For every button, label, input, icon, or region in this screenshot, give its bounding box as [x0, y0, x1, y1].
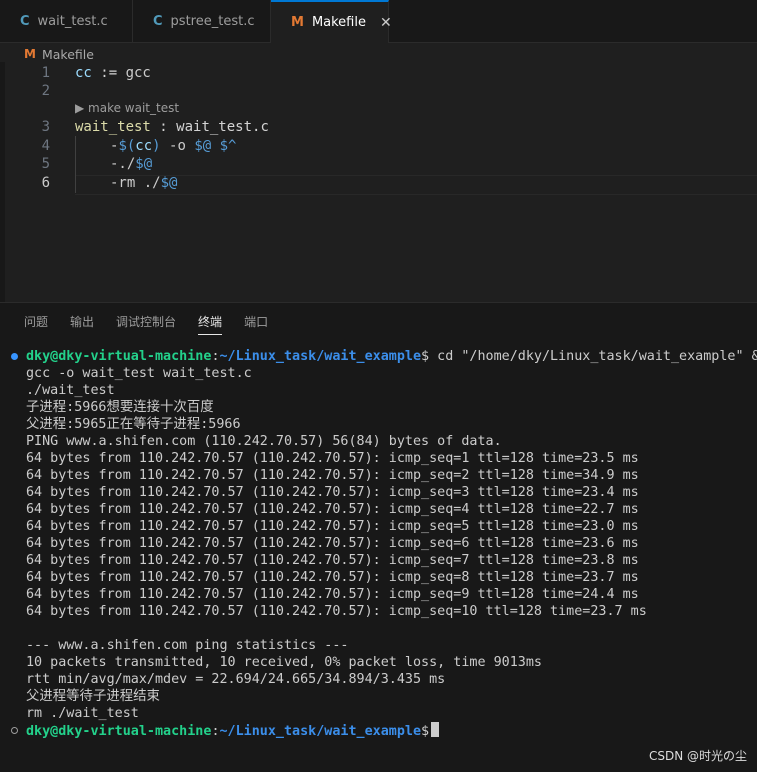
tab-terminal[interactable]: 终端	[198, 313, 223, 335]
command-success-icon[interactable]	[11, 353, 18, 360]
terminal-output-line: --- www.a.shifen.com ping statistics ---	[26, 638, 349, 653]
tab-output[interactable]: 输出	[70, 313, 94, 335]
code-editor[interactable]: 1 2 3 4 5 6 ▶ make wait_test cc := gcc w…	[0, 62, 757, 302]
codelens-make-target[interactable]: ▶ make wait_test	[75, 101, 179, 115]
tab-ports[interactable]: 端口	[244, 313, 268, 335]
token: gcc	[125, 65, 151, 81]
tab-makefile[interactable]: M Makefile ✕	[271, 0, 392, 43]
breadcrumb-label: Makefile	[41, 46, 94, 62]
line-number: 5	[41, 156, 50, 172]
tab-debug-console[interactable]: 调试控制台	[116, 313, 176, 335]
terminal-output-line: 子进程:5966想要连接十次百度	[26, 400, 214, 415]
tab-label: wait_test.c	[37, 13, 108, 29]
terminal-prompt-line: dky@dky-virtual-machine:~/Linux_task/wai…	[26, 348, 757, 365]
line-number: 6	[41, 175, 50, 191]
line-number: 2	[41, 83, 50, 99]
token: -./	[110, 156, 136, 172]
token: :	[150, 119, 177, 135]
code-line-4: -$(cc) -o $@ $^	[110, 138, 236, 154]
tab-problems[interactable]: 问题	[24, 313, 48, 335]
terminal-output-line: 父进程:5965正在等待子进程:5966	[26, 417, 241, 432]
token: cc	[75, 65, 92, 81]
terminal-output-line: PING www.a.shifen.com (110.242.70.57) 56…	[26, 434, 502, 449]
terminal-output-line: rtt min/avg/max/mdev = 22.694/24.665/34.…	[26, 672, 446, 687]
terminal-prompt-line: dky@dky-virtual-machine:~/Linux_task/wai…	[26, 722, 440, 740]
code-line-1: cc := gcc	[75, 65, 151, 81]
code-line-6: -rm ./$@	[110, 175, 177, 191]
prompt-path: ~/Linux_task/wait_example	[219, 349, 422, 364]
terminal-output-line: 64 bytes from 110.242.70.57 (110.242.70.…	[26, 570, 639, 585]
prompt-sep: :	[211, 349, 220, 364]
terminal-output-line: 64 bytes from 110.242.70.57 (110.242.70.…	[26, 451, 639, 466]
token: $@	[135, 156, 153, 172]
prompt-end: $	[421, 724, 430, 739]
terminal-output-line: rm ./wait_test	[26, 706, 139, 721]
tab-label: Makefile	[311, 15, 366, 30]
token: -rm ./	[110, 175, 161, 191]
line-number: 1	[41, 65, 50, 81]
makefile-icon: M	[24, 47, 36, 61]
terminal-output-line: gcc -o wait_test wait_test.c	[26, 366, 252, 381]
line-number: 3	[41, 119, 50, 135]
token: )	[152, 138, 161, 154]
indent-guide	[75, 136, 76, 193]
prompt-user: dky@dky-virtual-machine	[26, 724, 212, 739]
prompt-user: dky@dky-virtual-machine	[26, 349, 212, 364]
token: wait_test.c	[176, 119, 269, 135]
tab-pstree-test-c[interactable]: C pstree_test.c	[133, 0, 271, 42]
makefile-icon: M	[291, 15, 304, 30]
terminal-output-line: ./wait_test	[26, 383, 115, 398]
line-number: 4	[41, 138, 50, 154]
tab-label: pstree_test.c	[170, 13, 255, 29]
code-line-3: wait_test : wait_test.c	[75, 119, 269, 135]
terminal-output-line: 10 packets transmitted, 10 received, 0% …	[26, 655, 542, 670]
token: cc	[135, 138, 153, 154]
terminal-output-line: 64 bytes from 110.242.70.57 (110.242.70.…	[26, 604, 647, 619]
terminal-output-line: 父进程等待子进程结束	[26, 689, 160, 704]
prompt-path: ~/Linux_task/wait_example	[219, 724, 422, 739]
command-pending-icon[interactable]	[11, 727, 18, 734]
prompt-sep: :	[211, 724, 220, 739]
panel-tabs: 问题 输出 调试控制台 终端 端口	[24, 313, 268, 335]
token: $@	[160, 175, 178, 191]
bottom-panel: 问题 输出 调试控制台 终端 端口 dky@dky-virtual-machin…	[0, 302, 757, 772]
prompt-end: $	[421, 349, 430, 364]
code-line-5: -./$@	[110, 156, 152, 172]
token: wait_test	[75, 119, 151, 135]
terminal-output-line: 64 bytes from 110.242.70.57 (110.242.70.…	[26, 519, 639, 534]
token: $^	[219, 138, 237, 154]
c-file-icon: C	[153, 13, 163, 29]
terminal-output-line: 64 bytes from 110.242.70.57 (110.242.70.…	[26, 553, 639, 568]
tab-wait-test-c[interactable]: C wait_test.c	[0, 0, 133, 42]
terminal-output-line: 64 bytes from 110.242.70.57 (110.242.70.…	[26, 468, 639, 483]
token: $(	[118, 138, 136, 154]
watermark: CSDN @时光の尘	[648, 749, 747, 763]
prompt-command: cd "/home/dky/Linux_task/wait_example" &…	[429, 349, 757, 364]
editor-tab-bar: C wait_test.c C pstree_test.c M Makefile…	[0, 0, 757, 43]
terminal-output-line: 64 bytes from 110.242.70.57 (110.242.70.…	[26, 536, 639, 551]
c-file-icon: C	[20, 13, 30, 29]
close-icon[interactable]: ✕	[380, 15, 392, 31]
token: $@	[194, 138, 212, 154]
token: -o	[160, 138, 195, 154]
terminal-output-line: 64 bytes from 110.242.70.57 (110.242.70.…	[26, 587, 639, 602]
terminal-output-line: 64 bytes from 110.242.70.57 (110.242.70.…	[26, 485, 639, 500]
terminal-output-line: 64 bytes from 110.242.70.57 (110.242.70.…	[26, 502, 639, 517]
token: :=	[91, 65, 126, 81]
breadcrumb[interactable]: M Makefile	[24, 45, 94, 63]
terminal-cursor	[431, 722, 440, 737]
